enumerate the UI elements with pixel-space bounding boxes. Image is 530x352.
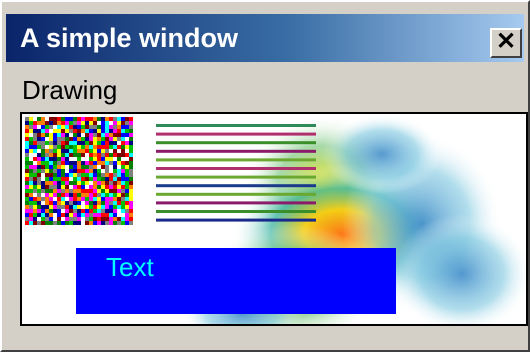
close-icon: ✕: [495, 28, 517, 55]
horizontal-line: [156, 184, 316, 188]
drawing-group-label: Drawing: [22, 75, 118, 105]
title-bar[interactable]: A simple window ✕: [6, 14, 524, 62]
horizontal-line: [156, 158, 316, 162]
horizontal-line: [156, 175, 316, 179]
horizontal-line: [156, 149, 316, 153]
horizontal-line: [156, 210, 316, 213]
noise-square: [25, 117, 133, 225]
window-title: A simple window: [20, 23, 239, 53]
horizontal-line: [156, 132, 316, 136]
horizontal-line: [156, 141, 316, 145]
horizontal-line: [156, 124, 316, 127]
close-button[interactable]: ✕: [490, 28, 522, 58]
text-box-label: Text: [106, 252, 154, 282]
horizontal-line: [156, 201, 316, 205]
horizontal-line: [156, 218, 316, 222]
horizontal-line: [156, 192, 316, 196]
horizontal-line: [156, 167, 316, 170]
drawing-surface: Text: [22, 114, 526, 324]
window: A simple window ✕ Drawing Text: [0, 0, 530, 352]
drawing-canvas: Text: [20, 112, 528, 326]
